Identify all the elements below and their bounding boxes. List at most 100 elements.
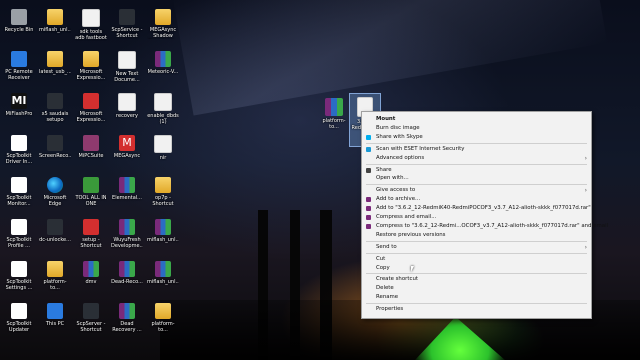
menu-item[interactable]: Restore previous versions — [362, 231, 591, 240]
desktop-icon[interactable]: platform-to... — [39, 258, 71, 300]
app-icon — [47, 219, 63, 235]
document-icon — [154, 93, 172, 111]
desktop-icon[interactable]: ScpServer - Shortcut — [75, 300, 107, 342]
desktop-icon-label: miflash_unl... — [39, 27, 71, 33]
desktop-icon[interactable]: This PC — [39, 300, 71, 342]
desktop-icon[interactable]: PC Remote Receiver — [3, 48, 35, 90]
desktop-icon[interactable]: Microsoft Expressio... — [75, 90, 107, 132]
desktop-icon[interactable]: Recycle Bin — [3, 6, 35, 48]
document-icon — [118, 93, 136, 111]
desktop-icon-label: platform-to... — [43, 279, 67, 291]
desktop-icon[interactable]: ScpToolkit Monitor... — [3, 174, 35, 216]
desktop-icon[interactable]: ScpService - Shortcut — [111, 6, 143, 48]
desktop-icon[interactable]: Dead Recovery ... — [111, 300, 143, 342]
desktop-icon-label: MiPCSuite — [78, 153, 104, 159]
desktop-icon[interactable]: miflash_unl... — [147, 258, 179, 300]
desktop-icon[interactable]: ScpToolkit Profile ... — [3, 216, 35, 258]
desktop-icon[interactable]: ScpToolkit Updater — [3, 300, 35, 342]
menu-item[interactable]: Properties — [362, 305, 591, 314]
desktop-icon-label: Microsoft Expressio... — [76, 111, 106, 123]
desktop-icon[interactable]: WuyuFresh Developme... — [111, 216, 143, 258]
desktop-icon[interactable]: Microsoft Edge — [39, 174, 71, 216]
desktop-icon[interactable]: Elemental... — [111, 174, 143, 216]
desktop-icon[interactable]: MiPCSuite — [75, 132, 107, 174]
desktop-icon-label: Dead Recovery ... — [112, 321, 142, 333]
desktop-icon[interactable]: op7p - Shortcut — [147, 174, 179, 216]
menu-item[interactable]: Add to "3.6.2_12-RedmiK40-RedmiPOCOF3_v3… — [362, 204, 591, 213]
app-icon — [119, 9, 135, 25]
menu-item-label: Give access to — [376, 187, 416, 194]
archive-icon — [83, 261, 99, 277]
chevron-right-icon: › — [584, 243, 587, 251]
desktop-icon[interactable]: enable_dbds (1) — [147, 90, 179, 132]
winrar-icon — [366, 223, 371, 229]
desktop-icon[interactable]: M MEGAsync — [111, 132, 143, 174]
menu-item[interactable]: Share — [362, 166, 591, 175]
menu-item[interactable]: Mount — [362, 115, 591, 124]
menu-item[interactable]: Send to › — [362, 243, 591, 252]
folder-icon — [47, 51, 63, 67]
desktop-icon-label: platform-to... — [151, 321, 175, 333]
desktop-icon[interactable]: latest_usb_... — [39, 48, 71, 90]
desktop-icon-label: nir — [159, 155, 167, 161]
desktop-icon-label: op7p - Shortcut — [152, 195, 174, 207]
menu-item[interactable]: Advanced options › — [362, 154, 591, 163]
desktop-icon-label: ScreenReco... — [39, 153, 71, 159]
recycle-bin-icon — [11, 9, 27, 25]
desktop-icon[interactable]: Meteoric-V... — [147, 48, 179, 90]
menu-item-label: Add to archive... — [376, 196, 421, 203]
document-icon — [154, 135, 172, 153]
menu-item[interactable]: Rename — [362, 293, 591, 302]
desktop-icon-label: New Text Docume... — [114, 71, 140, 83]
menu-item[interactable]: Compress to "3.6.2_12-Redmi...OCOF3_v3.7… — [362, 222, 608, 231]
desktop-icon[interactable]: dc-unlocke... — [39, 216, 71, 258]
mouse-cursor — [411, 266, 414, 272]
desktop-icon[interactable]: Dead-Reco... — [111, 258, 143, 300]
menu-separator — [366, 184, 587, 186]
menu-item[interactable]: Share with Skype — [362, 133, 591, 142]
desktop-icon[interactable]: ScpToolkit Driver In... — [3, 132, 35, 174]
winrar-icon — [366, 197, 371, 203]
menu-item-label: Share — [376, 166, 392, 173]
desktop-icon[interactable]: nir — [147, 132, 179, 174]
menu-separator — [366, 142, 587, 144]
menu-item[interactable]: Copy — [362, 264, 591, 273]
archive-icon — [155, 219, 171, 235]
menu-item[interactable]: Open with... — [362, 174, 591, 183]
desktop-icon[interactable]: TOOL ALL IN ONE — [75, 174, 107, 216]
menu-item[interactable]: Add to archive... — [362, 195, 591, 204]
desktop-icon-label: Recycle Bin — [4, 27, 34, 33]
desktop-icon-label: ScpToolkit Profile ... — [6, 237, 32, 249]
desktop-icon[interactable]: MEGAsync Shadow Download... — [147, 6, 179, 48]
menu-item[interactable]: Create shortcut — [362, 275, 591, 284]
desktop-icon[interactable]: x5 saudais setupo — [39, 90, 71, 132]
desktop-file-platform-tools[interactable]: platform-to... — [319, 95, 349, 135]
desktop-icon[interactable]: Microsoft Expressio... — [75, 48, 107, 90]
desktop-icon[interactable]: miflash_unl... — [39, 6, 71, 48]
desktop-icon[interactable]: dmv — [75, 258, 107, 300]
desktop-icon-label: recovery — [116, 113, 138, 119]
desktop-icon[interactable]: setup - Shortcut — [75, 216, 107, 258]
archive-icon — [119, 261, 135, 277]
menu-item-label: Mount — [376, 116, 396, 122]
desktop-icon[interactable]: ScpToolkit Settings ... — [3, 258, 35, 300]
chevron-right-icon: › — [584, 187, 587, 195]
menu-item[interactable]: Compress and email... — [362, 213, 591, 222]
desktop-icon-label: ScpService - Shortcut — [111, 27, 143, 39]
menu-item[interactable]: Give access to › — [362, 186, 591, 195]
desktop-icon[interactable]: ScreenReco... — [39, 132, 71, 174]
desktop-icon-label: MEGAsync — [113, 153, 141, 159]
desktop-icon[interactable]: MI MiFlashPro — [3, 90, 35, 132]
desktop-icon[interactable]: sdk tools adb fastboot — [75, 6, 107, 48]
desktop-icon-label: TOOL ALL IN ONE — [75, 195, 107, 207]
desktop-icon[interactable]: recovery — [111, 90, 143, 132]
app-icon — [47, 93, 63, 109]
menu-item[interactable]: Delete — [362, 284, 591, 293]
menu-item[interactable]: Scan with ESET Internet Security — [362, 145, 591, 154]
archive-icon — [119, 219, 135, 235]
menu-item[interactable]: Cut — [362, 255, 591, 264]
desktop-icon[interactable]: New Text Docume... — [111, 48, 143, 90]
desktop-icon[interactable]: miflash_unl... — [147, 216, 179, 258]
menu-item[interactable]: Burn disc image — [362, 124, 591, 133]
desktop-icon[interactable]: platform-to... — [147, 300, 179, 342]
